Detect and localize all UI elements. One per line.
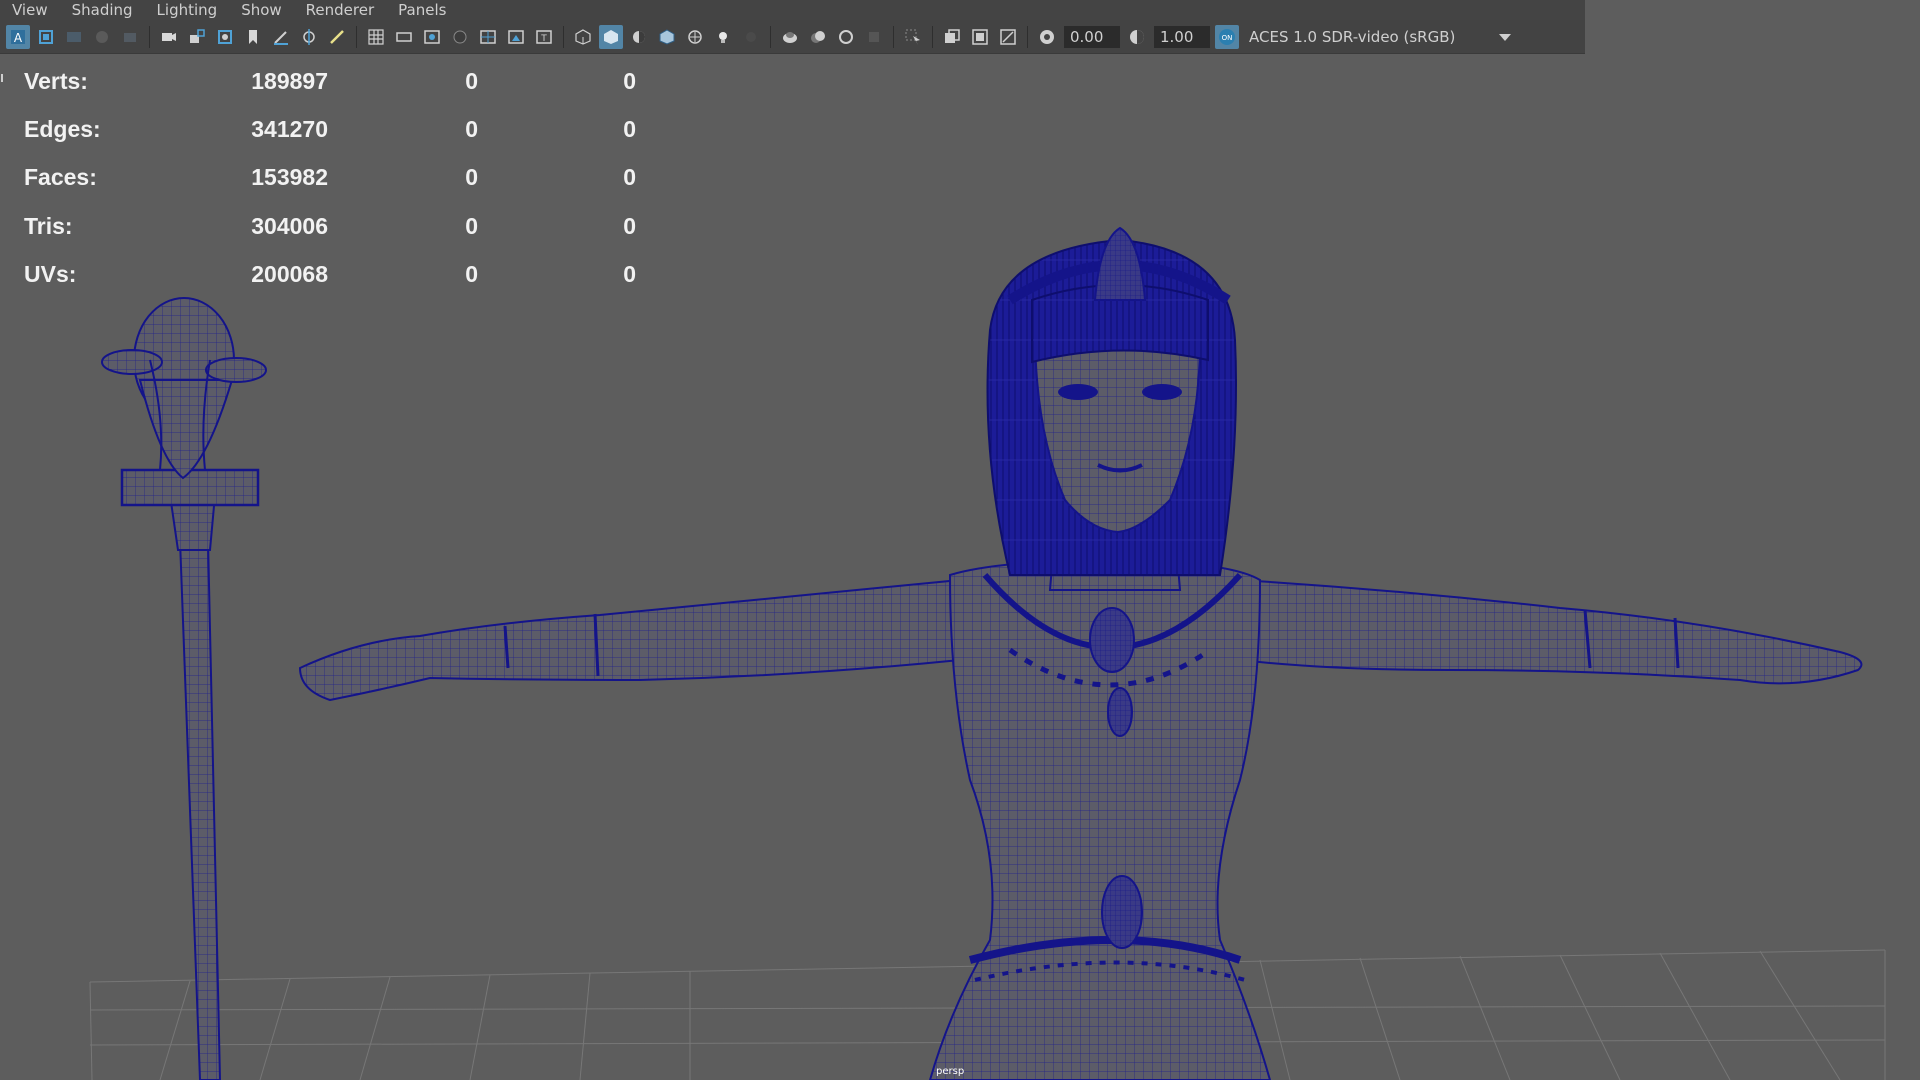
viewport-persp[interactable] bbox=[0, 54, 1920, 1080]
toolbar-separator bbox=[932, 25, 933, 48]
character-model bbox=[298, 226, 1863, 1080]
image-plane-icon[interactable] bbox=[90, 25, 114, 49]
hud-label: UVs: bbox=[24, 261, 77, 287]
exposure-field[interactable]: 0.00 bbox=[1064, 25, 1120, 48]
hud-row-verts: Verts: 189897 0 0 bbox=[24, 68, 644, 98]
toolbar-separator bbox=[1027, 25, 1028, 48]
bookmark-icon[interactable] bbox=[241, 25, 265, 49]
multisample-aa-icon[interactable] bbox=[834, 25, 858, 49]
hud-row-uvs: UVs: 200068 0 0 bbox=[24, 261, 644, 291]
hud-value-selected: 0 bbox=[465, 261, 478, 287]
panel-toolbar: A T 0.00 1.00 ON ACES 1.0 SDR-video (sRG… bbox=[0, 20, 1585, 54]
hud-row-faces: Faces: 153982 0 0 bbox=[24, 164, 644, 194]
gamma-field[interactable]: 1.00 bbox=[1154, 25, 1210, 48]
hud-label: Verts: bbox=[24, 68, 88, 94]
isolate-select-icon[interactable] bbox=[901, 25, 925, 49]
toolbar-empty-area bbox=[1585, 20, 1920, 54]
screen-space-ao-icon[interactable] bbox=[778, 25, 802, 49]
move-tool-icon[interactable] bbox=[297, 25, 321, 49]
lock-camera-icon[interactable] bbox=[185, 25, 209, 49]
toolbar-separator bbox=[149, 25, 150, 48]
svg-text:A: A bbox=[14, 31, 23, 45]
hud-row-tris: Tris: 304006 0 0 bbox=[24, 213, 644, 243]
hud-value-total: 153982 bbox=[251, 164, 328, 190]
hud-value-component: 0 bbox=[623, 213, 636, 239]
hud-value-component: 0 bbox=[623, 164, 636, 190]
hud-label: Edges: bbox=[24, 116, 101, 142]
field-chart-icon[interactable] bbox=[476, 25, 500, 49]
camera-icon[interactable] bbox=[157, 25, 181, 49]
hud-value-selected: 0 bbox=[465, 68, 478, 94]
textured-icon[interactable] bbox=[683, 25, 707, 49]
color-management-toggle[interactable]: ON bbox=[1215, 24, 1239, 49]
menu-view[interactable]: View bbox=[0, 0, 60, 20]
toolbar-separator bbox=[356, 25, 357, 48]
panel-menu-bar: View Shading Lighting Show Renderer Pane… bbox=[0, 0, 1585, 20]
gate-mask-icon[interactable] bbox=[448, 25, 472, 49]
frame-all-icon[interactable] bbox=[213, 25, 237, 49]
gamma-icon[interactable] bbox=[1125, 25, 1149, 49]
staff-model bbox=[101, 297, 267, 1080]
bookmarks-icon[interactable] bbox=[62, 25, 86, 49]
hud-value-selected: 0 bbox=[465, 164, 478, 190]
motion-blur-icon[interactable] bbox=[806, 25, 830, 49]
grid-icon[interactable] bbox=[364, 25, 388, 49]
toolbar-separator bbox=[893, 25, 894, 48]
hud-value-component: 0 bbox=[623, 116, 636, 142]
hud-value-component: 0 bbox=[623, 261, 636, 287]
menu-renderer[interactable]: Renderer bbox=[294, 0, 386, 20]
resolution-gate-icon[interactable] bbox=[420, 25, 444, 49]
menu-lighting[interactable]: Lighting bbox=[145, 0, 230, 20]
safe-action-icon[interactable] bbox=[504, 25, 528, 49]
select-camera-icon[interactable]: A bbox=[6, 24, 30, 49]
menubar-empty-area bbox=[1585, 0, 1920, 20]
svg-text:T: T bbox=[540, 34, 547, 44]
chevron-down-icon[interactable] bbox=[1493, 25, 1517, 49]
menu-panels[interactable]: Panels bbox=[386, 0, 458, 20]
panel-corner-marker bbox=[1, 74, 3, 82]
hud-value-total: 189897 bbox=[251, 68, 328, 94]
safe-title-icon[interactable]: T bbox=[532, 25, 556, 49]
use-all-lights-icon[interactable] bbox=[711, 25, 735, 49]
film-gate-icon[interactable] bbox=[392, 25, 416, 49]
hud-label: Tris: bbox=[24, 213, 73, 239]
color-management-toggle-label: ON bbox=[1222, 34, 1233, 42]
hud-value-total: 304006 bbox=[251, 213, 328, 239]
hud-value-selected: 0 bbox=[465, 213, 478, 239]
paint-brush-icon[interactable] bbox=[325, 25, 349, 49]
toolbar-separator bbox=[563, 25, 564, 48]
twod-pan-zoom-icon[interactable] bbox=[118, 25, 142, 49]
hud-label: Faces: bbox=[24, 164, 97, 190]
default-material-icon[interactable] bbox=[627, 25, 651, 49]
shadows-icon[interactable] bbox=[739, 25, 763, 49]
camera-attributes-icon[interactable] bbox=[34, 25, 58, 49]
grease-pencil-icon[interactable] bbox=[269, 25, 293, 49]
xray-icon[interactable] bbox=[940, 25, 964, 49]
hud-value-selected: 0 bbox=[465, 116, 478, 142]
depth-of-field-icon[interactable] bbox=[862, 25, 886, 49]
wireframe-icon[interactable] bbox=[571, 25, 595, 49]
hud-value-component: 0 bbox=[623, 68, 636, 94]
xray-active-components-icon[interactable] bbox=[968, 25, 992, 49]
exposure-icon[interactable] bbox=[1035, 25, 1059, 49]
wireframe-scene bbox=[89, 226, 1886, 1080]
camera-name-label: persp bbox=[936, 1066, 965, 1077]
hud-value-total: 200068 bbox=[251, 261, 328, 287]
menu-shading[interactable]: Shading bbox=[60, 0, 145, 20]
smooth-shade-all-icon[interactable] bbox=[599, 24, 623, 49]
toolbar-separator bbox=[770, 25, 771, 48]
xray-joints-icon[interactable] bbox=[996, 25, 1020, 49]
color-space-label[interactable]: ACES 1.0 SDR-video (sRGB) bbox=[1241, 28, 1493, 46]
hud-value-total: 341270 bbox=[251, 116, 328, 142]
wireframe-on-shaded-icon[interactable] bbox=[655, 25, 679, 49]
hud-row-edges: Edges: 341270 0 0 bbox=[24, 116, 644, 146]
menu-show[interactable]: Show bbox=[229, 0, 293, 20]
